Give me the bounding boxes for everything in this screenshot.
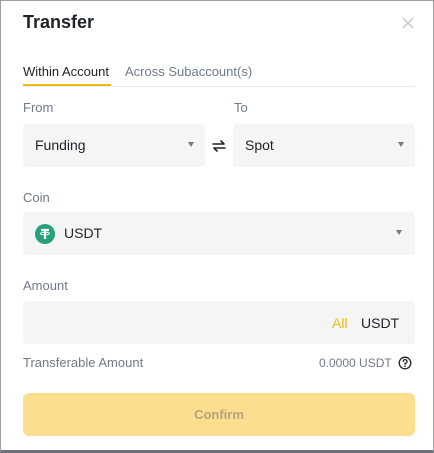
- tab-within-account[interactable]: Within Account: [23, 64, 109, 79]
- from-account-value: Funding: [35, 137, 86, 153]
- swap-arrows-icon[interactable]: [210, 137, 228, 155]
- help-circle-icon[interactable]: [398, 356, 412, 370]
- confirm-button[interactable]: Confirm: [23, 393, 415, 436]
- to-label: To: [234, 100, 248, 115]
- tether-icon: [35, 224, 55, 244]
- close-icon[interactable]: [399, 14, 417, 32]
- coin-select[interactable]: USDT: [23, 212, 415, 255]
- chevron-down-icon: [188, 142, 194, 147]
- amount-input[interactable]: [23, 301, 313, 344]
- active-tab-indicator: [23, 84, 111, 86]
- to-account-select[interactable]: Spot: [233, 124, 415, 167]
- transfer-tabs: Within Account Across Subaccount(s): [23, 57, 415, 87]
- from-label: From: [23, 100, 54, 115]
- chevron-down-icon: [396, 230, 402, 235]
- to-account-value: Spot: [245, 137, 274, 153]
- transfer-dialog: Transfer Within Account Across Subaccoun…: [0, 0, 434, 453]
- transferable-amount-label: Transferable Amount: [23, 355, 144, 370]
- coin-value: USDT: [64, 225, 103, 241]
- amount-unit: USDT: [361, 315, 400, 331]
- amount-label: Amount: [23, 278, 68, 293]
- chevron-down-icon: [398, 142, 404, 147]
- from-account-select[interactable]: Funding: [23, 124, 205, 167]
- tab-across-subaccounts[interactable]: Across Subaccount(s): [125, 64, 252, 79]
- all-button[interactable]: All: [332, 315, 348, 331]
- coin-label: Coin: [23, 190, 50, 205]
- dialog-title: Transfer: [23, 12, 95, 32]
- transferable-amount-value: 0.0000 USDT: [319, 356, 392, 370]
- amount-field: All USDT: [23, 301, 415, 344]
